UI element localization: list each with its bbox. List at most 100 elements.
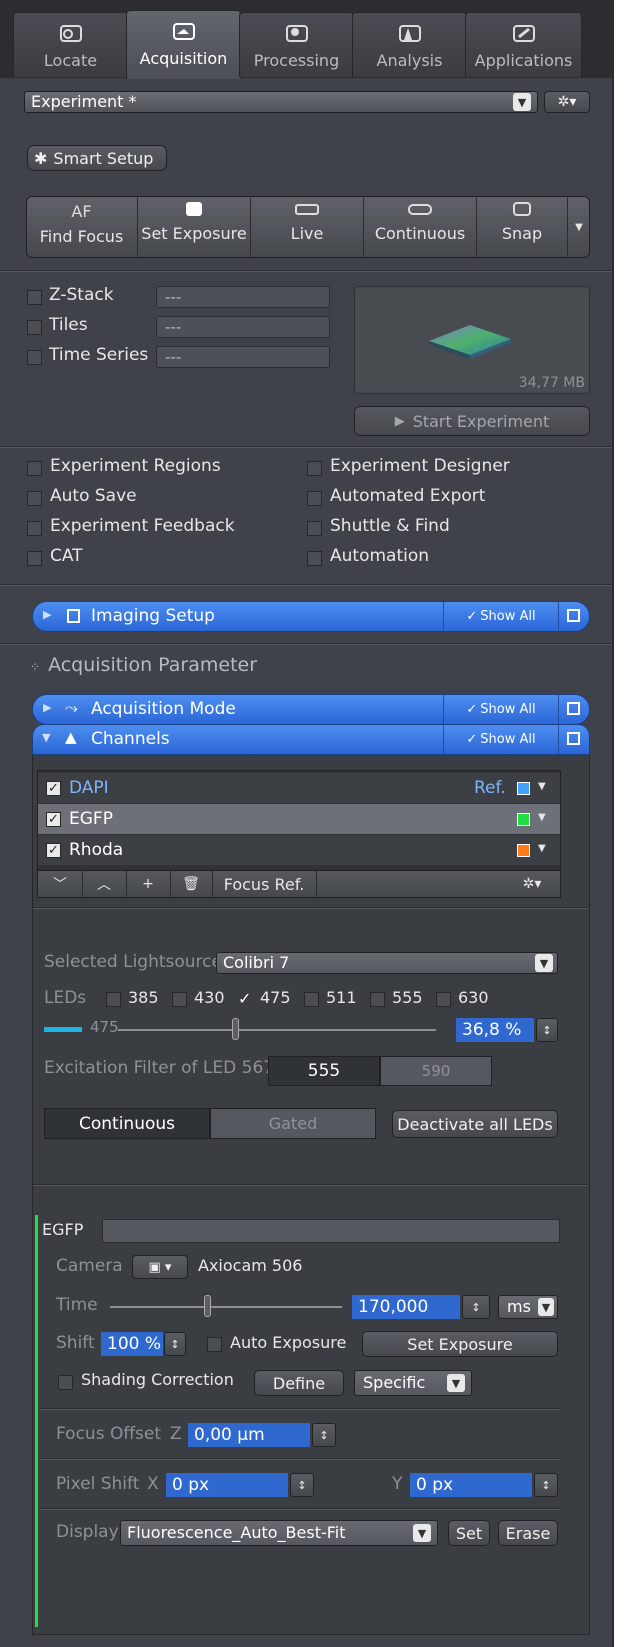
move-down-button[interactable]: ﹀ [38,871,83,897]
delete-channel-button[interactable]: 🗑 [170,871,213,897]
automated-export-checkbox[interactable] [307,491,322,506]
channel-options-button[interactable]: ✲▾ [504,871,560,897]
tab-acquisition[interactable]: Acquisition [126,10,241,79]
auto-exposure-checkbox[interactable] [207,1337,222,1352]
led-checkbox[interactable]: ✓ [238,991,253,1007]
filter-590-button[interactable]: 590 [380,1056,492,1086]
undock-icon[interactable] [567,732,580,745]
shuttle-find-checkbox[interactable] [307,521,322,536]
cat-checkbox[interactable] [27,551,42,566]
toolbar-more-button[interactable]: ▼ [567,196,590,258]
display-mode-select[interactable]: Fluorescence_Auto_Best-Fit ▼ [120,1520,438,1546]
channel-row[interactable]: ✓ EGFP ▼ [38,804,560,834]
channel-color-swatch[interactable] [517,813,530,826]
experiment-regions-checkbox[interactable] [27,461,42,476]
display-erase-button[interactable]: Erase [498,1520,558,1546]
snap-button[interactable]: Snap [477,196,567,258]
channel-row[interactable]: ✓ DAPI Ref. ▼ [38,773,560,803]
time-slider-track[interactable] [110,1306,342,1308]
add-channel-button[interactable]: + [126,871,171,897]
experiment-feedback-checkbox[interactable] [27,521,42,536]
focus-ref-button[interactable]: Focus Ref. [212,871,317,897]
continuous-button[interactable]: Continuous [364,196,477,258]
pixel-shift-y-spinner[interactable]: ↕ [534,1473,558,1497]
start-experiment-button[interactable]: ▶ Start Experiment [354,406,590,436]
experiment-select[interactable]: Experiment * ▼ [24,91,538,113]
define-button[interactable]: Define [254,1370,344,1396]
time-series-label: Time Series [49,345,149,365]
z-stack-checkbox[interactable] [27,290,42,305]
shift-value[interactable]: 100 % [101,1332,163,1356]
chevron-down-icon[interactable]: ▼ [538,781,546,792]
chevron-down-icon[interactable]: ▼ [538,812,546,823]
tab-analysis[interactable]: Analysis [352,12,467,77]
led-checkbox[interactable] [304,992,319,1007]
pixel-shift-x-value[interactable]: 0 px [166,1473,288,1497]
continuous-label: Continuous [374,224,466,243]
led-checkbox[interactable] [436,992,451,1007]
imaging-setup-header[interactable]: ▶ Imaging Setup ✓ Show All [32,601,590,632]
time-series-checkbox[interactable] [27,350,42,365]
acquisition-mode-header[interactable]: ▶ ⤳ Acquisition Mode ✓ Show All [32,694,590,725]
channel-row[interactable]: ✓ Rhoda ▼ [38,835,560,865]
time-spinner[interactable]: ↕ [462,1295,490,1319]
smart-setup-button[interactable]: ✱ Smart Setup [27,145,167,171]
find-focus-button[interactable]: AF Find Focus [26,196,138,258]
channel-checkbox[interactable]: ✓ [46,812,61,827]
display-set-button[interactable]: Set [448,1520,490,1546]
channel-color-swatch[interactable] [517,782,530,795]
move-up-button[interactable]: ︿ [82,871,127,897]
channel-color-swatch[interactable] [517,844,530,857]
automation-checkbox[interactable] [307,551,322,566]
shift-spinner[interactable]: ↕ [164,1332,186,1356]
chevron-down-icon[interactable]: ▼ [538,843,546,854]
mode-continuous-button[interactable]: Continuous [44,1108,210,1139]
focus-offset-value[interactable]: 0,00 µm [188,1423,310,1447]
channel-checkbox[interactable]: ✓ [46,843,61,858]
led-checkbox[interactable] [370,992,385,1007]
led-checkbox[interactable] [172,992,187,1007]
focus-offset-spinner[interactable]: ↕ [312,1423,336,1447]
tab-applications[interactable]: Applications [465,12,582,77]
set-exposure-button[interactable]: Set Exposure [362,1331,558,1357]
led-checkbox[interactable] [106,992,121,1007]
time-slider-thumb[interactable] [204,1295,211,1317]
tiles-checkbox[interactable] [27,320,42,335]
channel-checkbox[interactable]: ✓ [46,781,61,796]
intensity-spinner[interactable]: ↕ [536,1018,558,1042]
chevron-down-icon: ▼ [513,93,531,111]
auto-save-checkbox[interactable] [27,491,42,506]
set-exposure-button[interactable]: Set Exposure [138,196,251,258]
intensity-slider-thumb[interactable] [232,1018,239,1040]
mode-gated-button[interactable]: Gated [210,1108,376,1139]
camera-select-button[interactable]: ▣ ▾ [132,1255,188,1279]
tab-locate[interactable]: Locate [13,12,128,77]
show-all-toggle[interactable]: ✓ Show All [443,725,559,754]
channel-settings-name: EGFP [42,1220,84,1239]
experiment-options-button[interactable]: ✲▾ [544,91,590,113]
tab-processing[interactable]: Processing [239,12,354,77]
shading-mode-select[interactable]: Specific ▼ [354,1370,472,1396]
time-value[interactable]: 170,000 [352,1295,460,1319]
show-all-label: Show All [480,732,536,747]
lightsource-select[interactable]: Colibri 7 ▼ [216,952,558,974]
time-unit-select[interactable]: ms ▼ [498,1295,558,1319]
undock-icon[interactable] [567,609,580,622]
shading-correction-checkbox[interactable] [58,1375,73,1390]
leds-label: LEDs [44,988,87,1008]
channels-header[interactable]: ▼ ▲ Channels ✓ Show All [32,724,590,755]
pixel-shift-y-value[interactable]: 0 px [410,1473,532,1497]
show-all-toggle[interactable]: ✓ Show All [443,602,559,631]
intensity-value[interactable]: 36,8 % [456,1018,534,1042]
intensity-slider-track[interactable] [118,1029,436,1031]
pixel-shift-x-spinner[interactable]: ↕ [290,1473,314,1497]
pixel-shift-label: Pixel Shift [56,1474,140,1494]
filter-555-button[interactable]: 555 [268,1056,380,1086]
live-button[interactable]: Live [251,196,364,258]
channel-description-field[interactable] [102,1219,560,1243]
undock-icon[interactable] [567,702,580,715]
experiment-designer-checkbox[interactable] [307,461,322,476]
gear-icon: ✲▾ [557,94,577,110]
show-all-toggle[interactable]: ✓ Show All [443,695,559,724]
deactivate-leds-button[interactable]: Deactivate all LEDs [392,1110,558,1138]
